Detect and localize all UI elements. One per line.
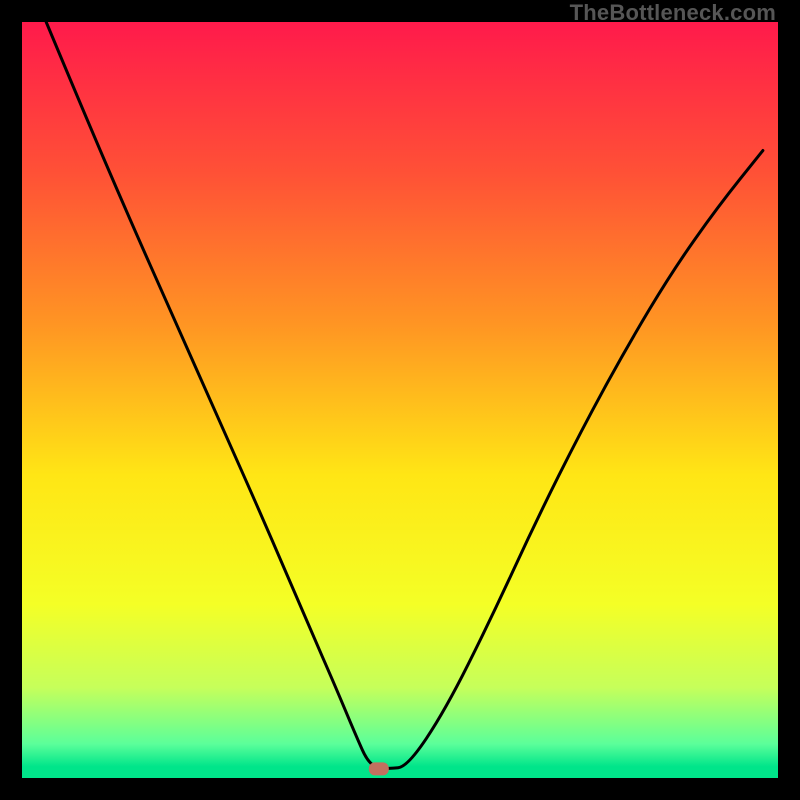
chart-frame [22, 22, 778, 778]
watermark-text: TheBottleneck.com [570, 0, 776, 26]
bottleneck-chart [22, 22, 778, 778]
gradient-background [22, 22, 778, 778]
optimal-point-marker [369, 762, 389, 775]
